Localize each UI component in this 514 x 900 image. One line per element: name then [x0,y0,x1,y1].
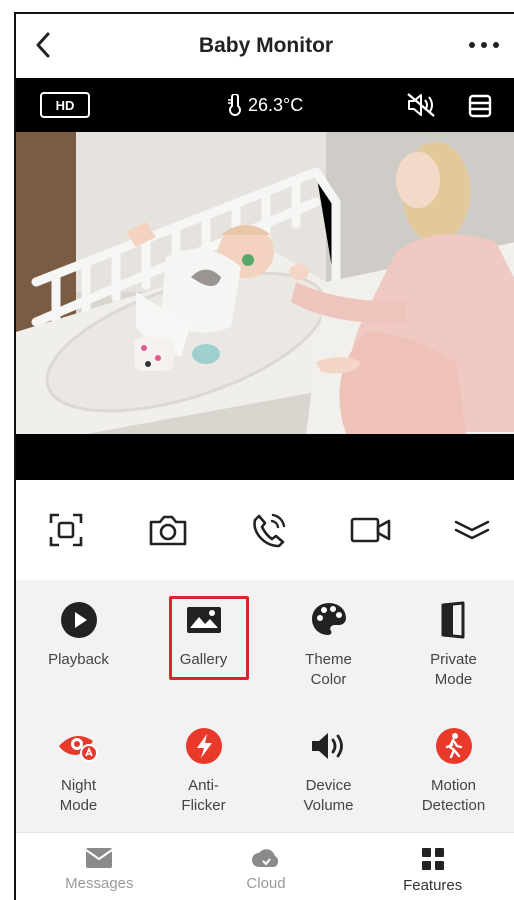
video-camera-icon [350,517,390,543]
speaker-muted-icon [407,93,435,117]
nav-bar: Baby Monitor [16,14,514,78]
app-frame: Baby Monitor HD 26.3°C Playback Gallery … [14,12,514,900]
image-icon [186,607,221,633]
cloud-icon [252,849,279,867]
fullscreen-icon [49,513,83,547]
feature-label: Private Mode [430,651,477,688]
feature-motion-detection[interactable]: Motion Detection [391,718,514,826]
lightning-icon [185,728,222,764]
tab-label: Messages [65,875,134,892]
temperature-value: 26.3°C [248,94,304,115]
temperature-readout: 26.3°C [226,94,303,116]
feature-label: Gallery [179,651,228,668]
feature-device-volume[interactable]: Device Volume [266,718,391,826]
fullscreen-button[interactable] [42,506,90,554]
tab-cloud[interactable]: Cloud [183,833,350,900]
mail-icon [85,848,113,868]
tab-label: Features [403,877,463,894]
feature-label: Playback [48,651,109,668]
collapse-button[interactable] [448,506,496,554]
palette-icon [311,603,346,635]
chevron-double-down-icon [454,520,490,540]
feature-theme-color[interactable]: Theme Color [266,592,391,700]
walking-person-icon [435,728,472,764]
camera-icon [149,515,186,546]
feature-label: Theme Color [305,651,352,688]
feature-label: Anti- Flicker [181,777,226,814]
record-button[interactable] [347,506,395,554]
thermometer-icon [228,94,241,116]
feature-anti-flicker[interactable]: Anti- Flicker [141,718,266,826]
layout-icon [468,94,492,118]
features-grid: Playback Gallery Theme Color Private Mod… [16,592,514,826]
more-dots-icon [469,42,499,48]
tab-features[interactable]: Features [349,833,514,900]
video-bottom-bar [16,434,514,480]
phone-icon [253,513,286,548]
feature-gallery[interactable]: Gallery [141,592,266,700]
tab-messages[interactable]: Messages [16,833,183,900]
snapshot-button[interactable] [144,506,192,554]
mute-button[interactable] [404,90,438,120]
feature-playback[interactable]: Playback [16,592,141,700]
privacy-shield-icon [441,601,464,639]
feature-label: Motion Detection [421,777,486,814]
quality-toggle[interactable]: HD [40,92,90,118]
feature-private-mode[interactable]: Private Mode [391,592,514,700]
video-controls [16,480,514,580]
play-circle-icon [60,602,97,638]
page-title: Baby Monitor [198,34,334,57]
video-frame-image [16,132,514,434]
feature-label: Device Volume [303,777,354,814]
layout-button[interactable] [466,92,494,120]
grid-icon [421,848,444,870]
video-status-bar: HD 26.3°C [16,78,514,132]
talk-button[interactable] [245,506,293,554]
more-button[interactable] [464,30,504,60]
volume-icon [311,733,343,759]
tab-label: Cloud [246,875,286,892]
bottom-tab-bar: Messages Cloud Features [16,832,514,900]
live-video-feed[interactable] [16,132,514,434]
feature-night-mode[interactable]: Night Mode [16,718,141,826]
features-panel: Playback Gallery Theme Color Private Mod… [16,580,514,832]
night-eye-icon [58,736,98,762]
feature-label: Night Mode [59,777,98,814]
